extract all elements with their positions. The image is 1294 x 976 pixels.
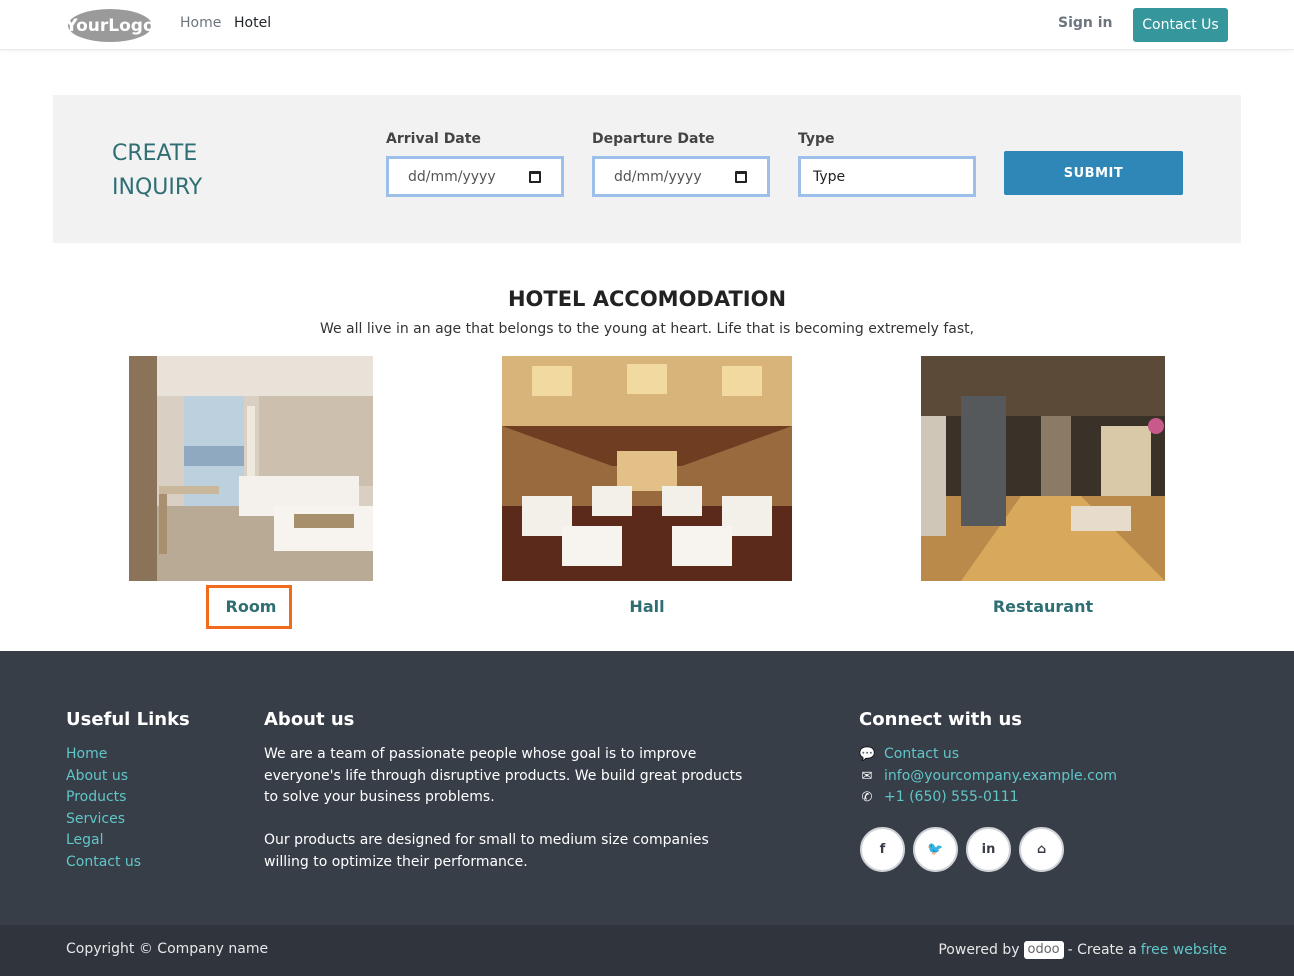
about-text: We are a team of passionate people whose… xyxy=(264,744,744,874)
hall-caption[interactable]: Hall xyxy=(502,597,792,616)
room-highlight-box xyxy=(206,585,292,629)
restaurant-image[interactable] xyxy=(921,356,1165,581)
departure-date-input[interactable]: dd/mm/yyyy xyxy=(592,156,770,197)
useful-links-title: Useful Links xyxy=(66,709,190,730)
phone-icon: ✆ xyxy=(861,790,873,806)
inquiry-panel: CREATE INQUIRY Arrival Date dd/mm/yyyy D… xyxy=(53,95,1241,243)
top-navbar: YourLogo Home Hotel Sign in Contact Us xyxy=(0,0,1294,50)
comment-icon: 💬 xyxy=(859,747,876,762)
powered-by-label: Powered by xyxy=(938,942,1020,958)
copyright-bar: Copyright © Company name Powered by odoo… xyxy=(0,925,1294,976)
inquiry-title-line1: CREATE xyxy=(112,141,198,166)
arrival-date-placeholder: dd/mm/yyyy xyxy=(408,168,496,185)
logo-text: YourLogo xyxy=(67,16,153,36)
connect-phone[interactable]: ✆ +1 (650) 555-0111 xyxy=(859,787,1117,809)
social-links: f 🐦 in ⌂ xyxy=(860,827,1064,872)
copyright-text: Copyright © Company name xyxy=(66,941,269,957)
logo[interactable]: YourLogo xyxy=(64,8,155,43)
footer-link-products[interactable]: Products xyxy=(66,787,141,809)
about-paragraph-1: We are a team of passionate people whose… xyxy=(264,746,743,806)
free-website-link[interactable]: free website xyxy=(1141,942,1227,958)
useful-links-list: Home About us Products Services Legal Co… xyxy=(66,744,141,874)
arrival-date-label: Arrival Date xyxy=(386,131,481,147)
odoo-logo[interactable]: odoo xyxy=(1023,941,1064,959)
footer-link-home[interactable]: Home xyxy=(66,744,141,766)
nav-home-link[interactable]: Home xyxy=(180,15,221,31)
connect-contact-label[interactable]: Contact us xyxy=(884,744,959,766)
room-image[interactable] xyxy=(129,356,373,581)
inquiry-title-line2: INQUIRY xyxy=(112,175,203,200)
footer-link-legal[interactable]: Legal xyxy=(66,830,141,852)
footer-link-services[interactable]: Services xyxy=(66,809,141,831)
type-label: Type xyxy=(798,131,835,147)
type-value: Type xyxy=(813,168,846,185)
create-a-label: - Create a xyxy=(1067,942,1137,958)
envelope-icon: ✉ xyxy=(861,768,873,784)
sign-in-link[interactable]: Sign in xyxy=(1058,15,1113,31)
nav-hotel-link[interactable]: Hotel xyxy=(234,15,271,31)
twitter-icon[interactable]: 🐦 xyxy=(913,827,958,872)
connect-list: 💬 Contact us ✉ info@yourcompany.example.co… xyxy=(859,744,1117,809)
arrival-date-input[interactable]: dd/mm/yyyy xyxy=(386,156,564,197)
submit-button[interactable]: SUBMIT xyxy=(1004,151,1183,195)
powered-by: Powered by odoo - Create a free website xyxy=(938,941,1227,959)
calendar-icon[interactable] xyxy=(735,171,747,183)
connect-phone-label[interactable]: +1 (650) 555-0111 xyxy=(884,787,1019,809)
footer: Useful Links Home About us Products Serv… xyxy=(0,651,1294,925)
restaurant-caption[interactable]: Restaurant xyxy=(921,597,1165,616)
home-icon[interactable]: ⌂ xyxy=(1019,827,1064,872)
section-title: HOTEL ACCOMODATION xyxy=(507,287,787,311)
linkedin-icon[interactable]: in xyxy=(966,827,1011,872)
inquiry-title: CREATE INQUIRY xyxy=(112,137,232,205)
footer-link-about[interactable]: About us xyxy=(66,766,141,788)
contact-us-button[interactable]: Contact Us xyxy=(1133,8,1228,42)
connect-title: Connect with us xyxy=(859,709,1022,730)
hall-image[interactable] xyxy=(502,356,792,581)
facebook-icon[interactable]: f xyxy=(860,827,905,872)
connect-email[interactable]: ✉ info@yourcompany.example.com xyxy=(859,766,1117,788)
footer-link-contact[interactable]: Contact us xyxy=(66,852,141,874)
calendar-icon[interactable] xyxy=(529,171,541,183)
connect-email-label[interactable]: info@yourcompany.example.com xyxy=(884,766,1117,788)
departure-date-label: Departure Date xyxy=(592,131,715,147)
type-input[interactable]: Type xyxy=(798,156,976,197)
connect-contact[interactable]: 💬 Contact us xyxy=(859,744,1117,766)
section-subtitle: We all live in an age that belongs to th… xyxy=(319,321,975,337)
about-paragraph-2: Our products are designed for small to m… xyxy=(264,832,709,870)
about-title: About us xyxy=(264,709,355,730)
departure-date-placeholder: dd/mm/yyyy xyxy=(614,168,702,185)
